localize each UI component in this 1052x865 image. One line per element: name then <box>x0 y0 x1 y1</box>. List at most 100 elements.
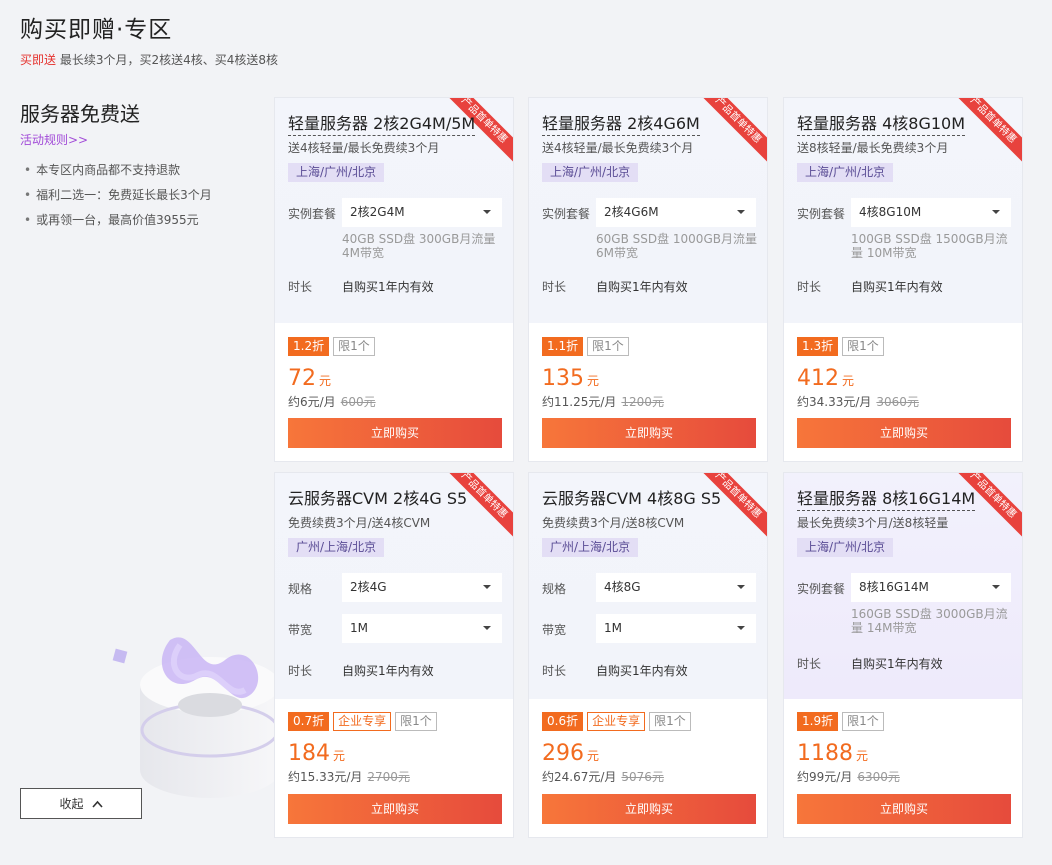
page-title: 购买即赠·专区 <box>20 17 173 43</box>
original-price: 6300元 <box>857 770 900 784</box>
note-item: 或再领一台，最高价值3955元 <box>24 212 212 237</box>
price-unit: 元 <box>587 749 600 763</box>
region-badge: 广州/上海/北京 <box>288 538 385 557</box>
buy-button[interactable]: 立即购买 <box>288 794 502 824</box>
collapse-label: 收起 <box>59 797 84 811</box>
spec-value: 2核4G <box>350 580 387 594</box>
bandwidth-select[interactable]: 1M <box>596 614 756 643</box>
spec-select[interactable]: 4核8G <box>596 573 756 602</box>
discount-badge: 1.1折 <box>542 337 584 356</box>
plan-value: 8核16G14M <box>859 580 929 594</box>
note-item: 本专区内商品都不支持退款 <box>24 162 212 187</box>
plan-value: 2核2G4M <box>350 205 405 219</box>
price: 412 元 <box>797 367 854 393</box>
plan-select[interactable]: 8核16G14M <box>851 573 1011 602</box>
price-value: 135 <box>542 366 584 391</box>
price: 72 元 <box>288 367 331 393</box>
duration-label: 时长 <box>288 664 313 678</box>
enterprise-badge: 企业专享 <box>333 712 392 731</box>
spec-label: 规格 <box>542 582 567 596</box>
price: 296 元 <box>542 742 599 768</box>
card-title: 轻量服务器 4核8G10M <box>797 110 966 136</box>
limit-badge: 限1个 <box>842 337 884 356</box>
price-unit: 元 <box>587 374 600 388</box>
duration-value: 自购买1年内有效 <box>596 280 688 294</box>
monthly-price: 约34.33元/月 3060元 <box>797 393 919 410</box>
price-value: 184 <box>288 741 330 766</box>
limit-badge: 限1个 <box>587 337 629 356</box>
card-desc: 免费续费3个月/送4核CVM <box>288 516 431 530</box>
discount-badge: 1.9折 <box>797 712 839 731</box>
monthly-value: 约24.67元/月 <box>542 770 617 784</box>
price-unit: 元 <box>333 749 346 763</box>
monthly-value: 约11.25元/月 <box>542 395 617 409</box>
duration-label: 时长 <box>797 657 822 671</box>
duration-label: 时长 <box>542 664 567 678</box>
price-unit: 元 <box>842 374 855 388</box>
caret-down-icon <box>737 626 745 630</box>
price-value: 412 <box>797 366 839 391</box>
card-title: 云服务器CVM 2核4G S5 <box>288 489 468 508</box>
price: 135 元 <box>542 367 599 393</box>
duration-value: 自购买1年内有效 <box>342 664 434 678</box>
monthly-price: 约15.33元/月 2700元 <box>288 768 410 785</box>
caret-down-icon <box>992 210 1000 214</box>
plan-value: 4核8G10M <box>859 205 922 219</box>
monthly-price: 约6元/月 600元 <box>288 393 376 410</box>
duration-value: 自购买1年内有效 <box>851 280 943 294</box>
enterprise-badge: 企业专享 <box>587 712 646 731</box>
tag-row: 1.1折 限1个 <box>542 337 629 356</box>
plan-select[interactable]: 2核2G4M <box>342 198 502 227</box>
tag-row: 1.3折 限1个 <box>797 337 884 356</box>
duration-value: 自购买1年内有效 <box>342 280 434 294</box>
price-unit: 元 <box>856 749 869 763</box>
spec-note: 60GB SSD盘 1000GB月流量 6M带宽 <box>596 232 757 260</box>
card-desc: 送4核轻量/最长免费续3个月 <box>542 141 694 155</box>
spec-value: 4核8G <box>604 580 641 594</box>
caret-down-icon <box>992 585 1000 589</box>
rules-link[interactable]: 活动规则>> <box>20 131 88 148</box>
discount-badge: 1.2折 <box>288 337 330 356</box>
plan-label: 实例套餐 <box>797 582 846 596</box>
caret-down-icon <box>483 585 491 589</box>
product-card: 产品首单特惠 轻量服务器 2核2G4M/5M 送4核轻量/最长免费续3个月 上海… <box>274 97 514 462</box>
card-desc: 免费续费3个月/送8核CVM <box>542 516 685 530</box>
spec-label: 规格 <box>288 582 313 596</box>
product-card: 产品首单特惠 轻量服务器 2核4G6M 送4核轻量/最长免费续3个月 上海/广州… <box>528 97 768 462</box>
product-card: 产品首单特惠 云服务器CVM 2核4G S5 免费续费3个月/送4核CVM 广州… <box>274 472 514 838</box>
tag-row: 1.9折 限1个 <box>797 712 884 731</box>
spec-select[interactable]: 2核4G <box>342 573 502 602</box>
discount-badge: 0.6折 <box>542 712 584 731</box>
sidebar-title: 服务器免费送 <box>20 102 140 126</box>
price-value: 296 <box>542 741 584 766</box>
plan-select[interactable]: 4核8G10M <box>851 198 1011 227</box>
buy-button[interactable]: 立即购买 <box>288 418 502 448</box>
discount-badge: 1.3折 <box>797 337 839 356</box>
limit-badge: 限1个 <box>333 337 375 356</box>
buy-button[interactable]: 立即购买 <box>797 418 1011 448</box>
card-desc: 送4核轻量/最长免费续3个月 <box>288 141 440 155</box>
bandwidth-value: 1M <box>604 621 622 635</box>
card-desc: 送8核轻量/最长免费续3个月 <box>797 141 949 155</box>
plan-value: 2核4G6M <box>604 205 659 219</box>
original-price: 1200元 <box>621 395 664 409</box>
plan-label: 实例套餐 <box>797 207 846 221</box>
region-badge: 广州/上海/北京 <box>542 538 639 557</box>
collapse-button[interactable]: 收起 <box>20 788 142 819</box>
buy-button[interactable]: 立即购买 <box>542 794 756 824</box>
monthly-price: 约11.25元/月 1200元 <box>542 393 664 410</box>
limit-badge: 限1个 <box>842 712 884 731</box>
buy-button[interactable]: 立即购买 <box>542 418 756 448</box>
price: 184 元 <box>288 742 345 768</box>
monthly-value: 约34.33元/月 <box>797 395 872 409</box>
monthly-value: 约15.33元/月 <box>288 770 363 784</box>
plan-select[interactable]: 2核4G6M <box>596 198 756 227</box>
region-badge: 上海/广州/北京 <box>542 163 639 182</box>
plan-label: 实例套餐 <box>288 207 337 221</box>
bandwidth-select[interactable]: 1M <box>342 614 502 643</box>
subtitle-text: 最长续3个月，买2核送4核、买4核送8核 <box>59 53 279 67</box>
buy-button[interactable]: 立即购买 <box>797 794 1011 824</box>
duration-value: 自购买1年内有效 <box>851 657 943 671</box>
price: 1188 元 <box>797 742 868 768</box>
monthly-price: 约24.67元/月 5076元 <box>542 768 664 785</box>
